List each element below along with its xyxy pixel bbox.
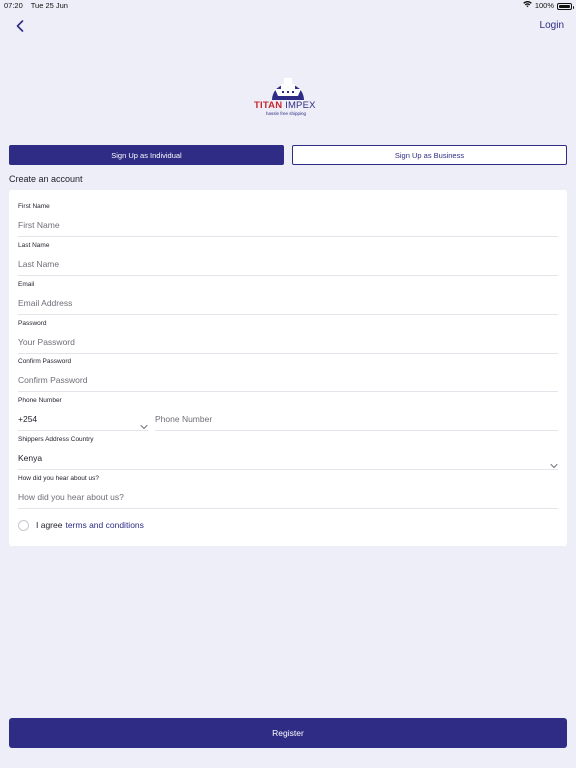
confirm-password-input[interactable] xyxy=(18,368,558,392)
terms-checkbox[interactable] xyxy=(18,519,29,531)
signup-form-card: First Name Last Name Email Password Conf… xyxy=(9,190,567,546)
chevron-down-icon xyxy=(550,454,558,478)
email-label: Email xyxy=(18,281,35,288)
referral-input[interactable] xyxy=(18,485,558,509)
logo-tagline: hassle free shipping xyxy=(266,111,307,116)
password-input[interactable] xyxy=(18,330,558,354)
titan-impex-logo: TITAN IMPEX hassle free shipping xyxy=(248,70,328,120)
sign-up-business-tab[interactable]: Sign Up as Business xyxy=(292,145,567,165)
chevron-left-icon xyxy=(16,19,24,37)
status-bar: 07:20 Tue 25 Jun 100% xyxy=(0,0,576,12)
country-select[interactable]: Kenya xyxy=(18,446,558,470)
agree-text: I agree xyxy=(36,520,63,530)
last-name-input[interactable] xyxy=(18,252,558,276)
register-button[interactable]: Register xyxy=(9,718,567,748)
battery-icon xyxy=(557,2,574,10)
sign-up-individual-tab[interactable]: Sign Up as Individual xyxy=(9,145,284,165)
email-input[interactable] xyxy=(18,291,558,315)
password-label: Password xyxy=(18,320,47,327)
status-date: Tue 25 Jun xyxy=(30,1,68,10)
battery-percentage: 100% xyxy=(534,1,554,10)
wifi-icon xyxy=(523,0,532,12)
phone-number-label: Phone Number xyxy=(18,397,62,404)
country-code-value: +254 xyxy=(18,414,38,424)
logo-text-titan: TITAN xyxy=(254,100,283,111)
login-link[interactable]: Login xyxy=(540,20,564,31)
create-account-title: Create an account xyxy=(9,174,83,184)
status-time: 07:20 xyxy=(4,1,23,10)
first-name-label: First Name xyxy=(18,203,50,210)
confirm-password-label: Confirm Password xyxy=(18,358,72,365)
logo-wordmark: TITAN IMPEX xyxy=(254,100,316,111)
phone-number-input[interactable] xyxy=(155,407,558,431)
last-name-label: Last Name xyxy=(18,242,50,249)
status-right: 100% xyxy=(523,0,574,12)
terms-link[interactable]: terms and conditions xyxy=(65,520,143,530)
first-name-input[interactable] xyxy=(18,213,558,237)
country-value: Kenya xyxy=(18,453,43,463)
country-code-select[interactable]: +254 xyxy=(18,407,148,431)
referral-label: How did you hear about us? xyxy=(18,475,99,482)
terms-agreement-row: I agree terms and conditions xyxy=(18,518,144,532)
status-left: 07:20 Tue 25 Jun xyxy=(4,0,74,12)
country-label: Shippers Address Country xyxy=(18,436,94,443)
home-indicator-area xyxy=(0,760,576,768)
back-button[interactable] xyxy=(10,18,30,38)
logo-text-impex: IMPEX xyxy=(285,100,316,111)
chevron-down-icon xyxy=(140,415,148,439)
